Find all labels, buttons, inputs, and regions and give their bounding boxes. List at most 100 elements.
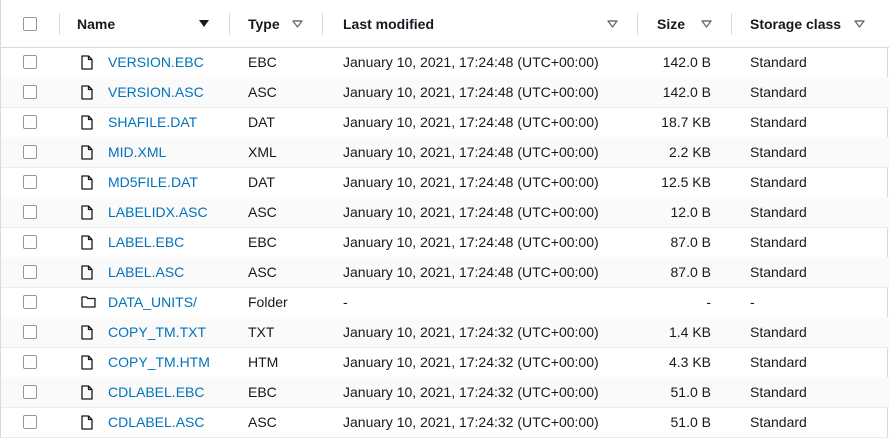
object-name-link[interactable]: LABELIDX.ASC <box>108 204 208 220</box>
row-checkbox[interactable] <box>23 385 37 399</box>
row-checkbox[interactable] <box>23 415 37 429</box>
column-divider <box>229 13 230 35</box>
header-size[interactable]: Size <box>657 0 685 47</box>
objects-table: Name Type Last modified Size Storage cla… <box>0 0 889 438</box>
object-name-link[interactable]: COPY_TM.HTM <box>108 354 210 370</box>
row-select-cell <box>23 287 37 317</box>
file-icon <box>81 324 93 340</box>
header-storage-class[interactable]: Storage class <box>750 0 841 47</box>
select-all-checkbox[interactable] <box>23 16 37 31</box>
row-checkbox[interactable] <box>23 145 37 159</box>
object-name-link[interactable]: MD5FILE.DAT <box>108 174 198 190</box>
table-row[interactable]: VERSION.ASC ASC January 10, 2021, 17:24:48… <box>1 77 889 108</box>
sort-caret-icon[interactable] <box>701 0 712 47</box>
header-name[interactable]: Name <box>77 0 115 47</box>
storage-class-cell: Standard <box>750 264 807 280</box>
row-checkbox[interactable] <box>23 175 37 189</box>
table-row[interactable]: COPY_TM.TXT TXT January 10, 2021, 17:24:32… <box>1 317 889 348</box>
object-name-link[interactable]: DATA_UNITS/ <box>108 294 197 310</box>
storage-class-cell: Standard <box>750 114 807 130</box>
row-select-cell <box>23 197 37 227</box>
file-icon <box>81 384 93 400</box>
sort-desc-icon[interactable] <box>199 0 209 47</box>
row-checkbox[interactable] <box>23 55 37 69</box>
row-checkbox[interactable] <box>23 325 37 339</box>
column-divider <box>322 13 323 35</box>
row-checkbox[interactable] <box>23 295 37 309</box>
object-name-link[interactable]: LABEL.EBC <box>108 234 184 250</box>
file-icon <box>81 264 93 280</box>
storage-class-cell: Standard <box>750 414 807 430</box>
row-checkbox[interactable] <box>23 235 37 249</box>
name-cell: LABELIDX.ASC <box>77 197 208 227</box>
last-modified-cell: January 10, 2021, 17:24:48 (UTC+00:00) <box>343 264 599 280</box>
header-type[interactable]: Type <box>248 0 280 47</box>
sort-caret-icon[interactable] <box>292 0 303 47</box>
last-modified-cell: - <box>343 294 348 310</box>
name-cell: COPY_TM.TXT <box>77 317 206 347</box>
table-row[interactable]: LABEL.ASC ASC January 10, 2021, 17:24:48 (… <box>1 257 889 288</box>
file-icon <box>81 114 93 130</box>
file-icon <box>81 84 93 100</box>
table-row[interactable]: CDLABEL.EBC EBC January 10, 2021, 17:24:32… <box>1 377 889 408</box>
row-checkbox[interactable] <box>23 355 37 369</box>
row-select-cell <box>23 47 37 77</box>
size-cell: 51.0 B <box>670 384 711 400</box>
table-row[interactable]: SHAFILE.DAT DAT January 10, 2021, 17:24:48… <box>1 107 889 138</box>
row-checkbox[interactable] <box>23 265 37 279</box>
object-name-link[interactable]: LABEL.ASC <box>108 264 184 280</box>
last-modified-cell: January 10, 2021, 17:24:32 (UTC+00:00) <box>343 414 599 430</box>
column-divider <box>731 13 732 35</box>
size-cell: 87.0 B <box>670 264 711 280</box>
last-modified-cell: January 10, 2021, 17:24:48 (UTC+00:00) <box>343 84 599 100</box>
type-cell: EBC <box>248 234 277 250</box>
row-select-cell <box>23 227 37 257</box>
type-cell: DAT <box>248 114 275 130</box>
row-checkbox[interactable] <box>23 115 37 129</box>
size-cell: 12.5 KB <box>661 174 711 190</box>
last-modified-cell: January 10, 2021, 17:24:48 (UTC+00:00) <box>343 144 599 160</box>
size-cell: 12.0 B <box>670 204 711 220</box>
file-icon <box>81 354 93 370</box>
header-last-modified[interactable]: Last modified <box>343 0 434 47</box>
table-row[interactable]: MID.XML XML January 10, 2021, 17:24:48 (UT… <box>1 137 889 168</box>
table-row[interactable]: LABEL.EBC EBC January 10, 2021, 17:24:48 (… <box>1 227 889 258</box>
sort-caret-icon[interactable] <box>607 0 618 47</box>
table-row[interactable]: MD5FILE.DAT DAT January 10, 2021, 17:24:48… <box>1 167 889 198</box>
file-icon <box>81 414 93 430</box>
type-cell: XML <box>248 144 277 160</box>
storage-class-cell: Standard <box>750 174 807 190</box>
file-icon <box>81 204 93 220</box>
file-icon <box>81 234 93 250</box>
table-row[interactable]: COPY_TM.HTM HTM January 10, 2021, 17:24:32… <box>1 347 889 378</box>
last-modified-cell: January 10, 2021, 17:24:48 (UTC+00:00) <box>343 54 599 70</box>
row-select-cell <box>23 257 37 287</box>
object-name-link[interactable]: VERSION.ASC <box>108 84 204 100</box>
column-divider <box>637 13 638 35</box>
storage-class-cell: Standard <box>750 144 807 160</box>
last-modified-cell: January 10, 2021, 17:24:48 (UTC+00:00) <box>343 174 599 190</box>
object-name-link[interactable]: COPY_TM.TXT <box>108 324 206 340</box>
object-name-link[interactable]: SHAFILE.DAT <box>108 114 197 130</box>
type-cell: DAT <box>248 174 275 190</box>
row-checkbox[interactable] <box>23 205 37 219</box>
row-checkbox[interactable] <box>23 85 37 99</box>
object-name-link[interactable]: CDLABEL.EBC <box>108 384 204 400</box>
type-cell: HTM <box>248 354 279 370</box>
table-row[interactable]: LABELIDX.ASC ASC January 10, 2021, 17:24:4… <box>1 197 889 228</box>
name-cell: SHAFILE.DAT <box>77 107 197 137</box>
name-cell: MD5FILE.DAT <box>77 167 198 197</box>
object-name-link[interactable]: CDLABEL.ASC <box>108 414 204 430</box>
name-cell: CDLABEL.EBC <box>77 377 204 407</box>
table-row[interactable]: CDLABEL.ASC ASC January 10, 2021, 17:24:32… <box>1 407 889 438</box>
object-name-link[interactable]: MID.XML <box>108 144 166 160</box>
row-select-cell <box>23 377 37 407</box>
size-cell: 4.3 KB <box>668 354 711 370</box>
object-name-link[interactable]: VERSION.EBC <box>108 54 204 70</box>
sort-caret-icon[interactable] <box>854 0 865 47</box>
table-row[interactable]: DATA_UNITS/Folder - - - <box>1 287 889 318</box>
row-select-cell <box>23 77 37 107</box>
table-row[interactable]: VERSION.EBC EBC January 10, 2021, 17:24:48… <box>1 47 889 78</box>
size-cell: 51.0 B <box>670 414 711 430</box>
size-cell: 142.0 B <box>662 84 711 100</box>
